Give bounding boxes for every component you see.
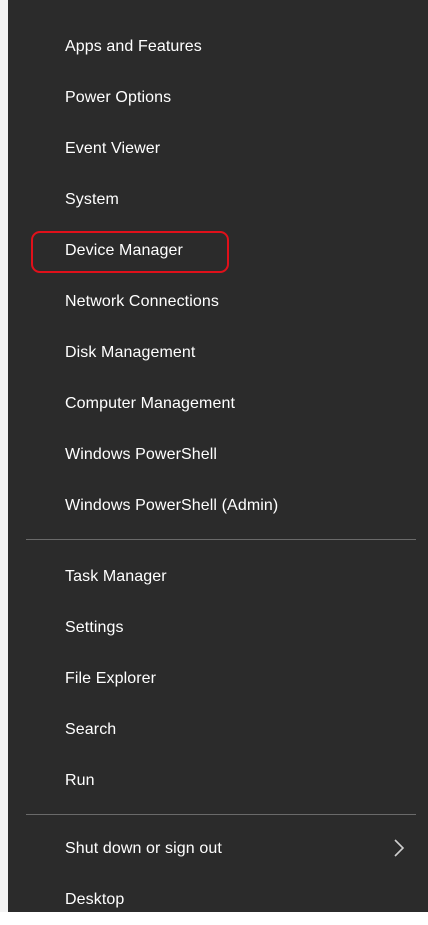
menu-item-computer-management[interactable]: Computer Management [8, 378, 428, 429]
menu-item-settings[interactable]: Settings [8, 602, 428, 653]
menu-group-session: Shut down or sign out Desktop [8, 823, 428, 925]
menu-item-label: Windows PowerShell [65, 445, 218, 463]
menu-item-disk-management[interactable]: Disk Management [8, 327, 428, 378]
menu-item-windows-powershell[interactable]: Windows PowerShell [8, 429, 428, 480]
menu-item-desktop[interactable]: Desktop [8, 874, 428, 925]
menu-item-label: Power Options [65, 88, 172, 106]
menu-item-label: Windows PowerShell (Admin) [65, 496, 279, 514]
menu-item-label: Apps and Features [65, 37, 202, 55]
menu-item-file-explorer[interactable]: File Explorer [8, 653, 428, 704]
menu-item-label: Event Viewer [65, 139, 161, 157]
menu-item-run[interactable]: Run [8, 755, 428, 806]
menu-item-apps-and-features[interactable]: Apps and Features [8, 21, 428, 72]
menu-item-label: System [65, 190, 119, 208]
menu-separator [26, 814, 416, 815]
menu-item-system[interactable]: System [8, 174, 428, 225]
menu-item-power-options[interactable]: Power Options [8, 72, 428, 123]
menu-item-search[interactable]: Search [8, 704, 428, 755]
desktop-edge [0, 0, 8, 912]
menu-item-shut-down-or-sign-out[interactable]: Shut down or sign out [8, 823, 428, 874]
menu-item-label: File Explorer [65, 669, 157, 687]
menu-item-label: Settings [65, 618, 124, 636]
menu-item-event-viewer[interactable]: Event Viewer [8, 123, 428, 174]
menu-item-network-connections[interactable]: Network Connections [8, 276, 428, 327]
menu-item-label: Desktop [65, 890, 125, 908]
menu-item-task-manager[interactable]: Task Manager [8, 551, 428, 602]
menu-item-windows-powershell-admin[interactable]: Windows PowerShell (Admin) [8, 480, 428, 531]
menu-separator [26, 539, 416, 540]
menu-item-label: Disk Management [65, 343, 196, 361]
chevron-right-icon [394, 839, 405, 857]
menu-group-system-tools: Apps and Features Power Options Event Vi… [8, 0, 428, 531]
screenshot-frame: Apps and Features Power Options Event Vi… [0, 0, 428, 912]
menu-item-label: Computer Management [65, 394, 235, 412]
menu-item-label: Network Connections [65, 292, 219, 310]
menu-item-label: Device Manager [65, 241, 183, 259]
menu-item-label: Shut down or sign out [65, 839, 222, 857]
menu-item-label: Task Manager [65, 567, 167, 585]
power-user-menu: Apps and Features Power Options Event Vi… [8, 0, 428, 912]
menu-item-label: Run [65, 771, 95, 789]
menu-group-apps: Task Manager Settings File Explorer Sear… [8, 551, 428, 806]
menu-item-device-manager[interactable]: Device Manager [8, 225, 428, 276]
menu-item-label: Search [65, 720, 117, 738]
